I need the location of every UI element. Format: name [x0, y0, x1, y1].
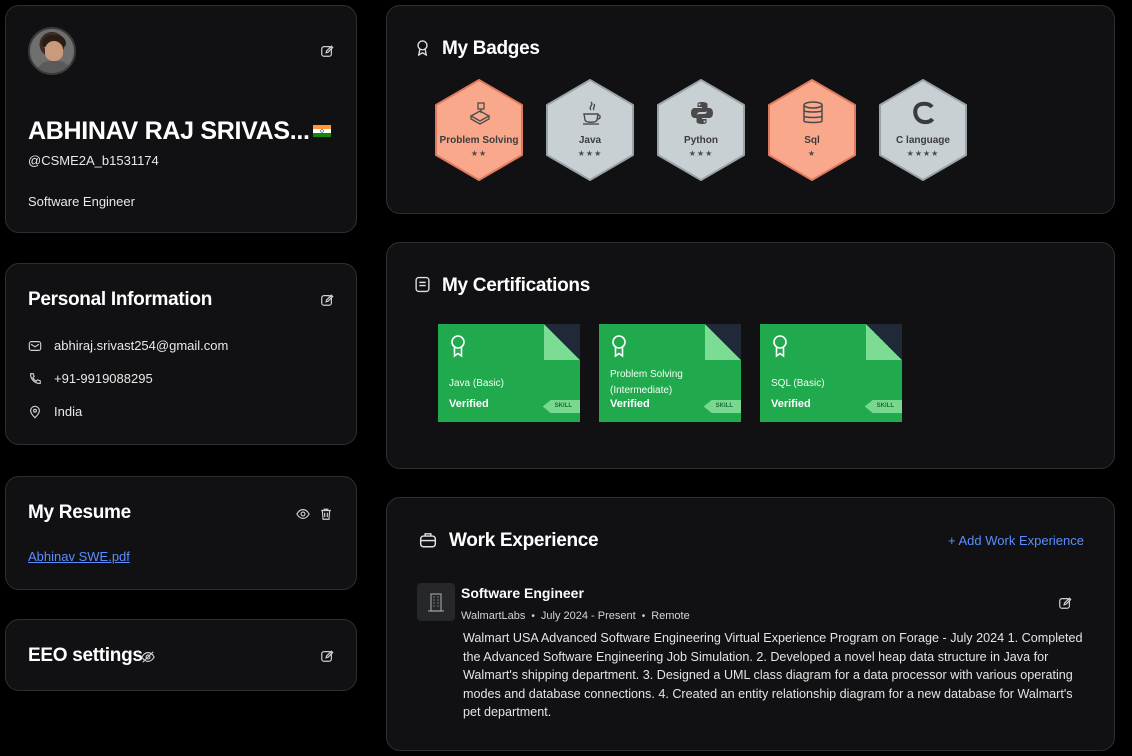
cert-skill-tag: SKILL	[703, 400, 741, 413]
job-period: July 2024 - Present	[540, 610, 636, 622]
job-title: Software Engineer	[461, 585, 584, 601]
work-experience-title: Work Experience	[449, 530, 599, 551]
mail-icon	[28, 340, 42, 351]
profile-handle: @CSME2A_b1531174	[28, 153, 159, 168]
cert-status: Verified	[610, 398, 650, 410]
resume-file-link[interactable]: Abhinav SWE.pdf	[28, 549, 130, 564]
avatar[interactable]	[28, 27, 76, 75]
email-value: abhiraj.srivast254@gmail.com	[54, 338, 229, 353]
email-row: abhiraj.srivast254@gmail.com	[28, 338, 228, 353]
c-language-icon	[913, 101, 935, 125]
badge-stars: ★★	[470, 149, 488, 158]
python-icon	[691, 102, 713, 124]
cert-name: Problem Solving (Intermediate)	[610, 369, 683, 396]
phone-value: +91-9919088295	[54, 371, 153, 386]
cert-status: Verified	[449, 398, 489, 410]
eye-off-icon	[139, 648, 157, 666]
badge-label: Sql	[804, 135, 820, 146]
personal-info-title: Personal Information	[28, 289, 213, 310]
edit-job-icon[interactable]	[1056, 594, 1074, 612]
personal-info-card: Personal Information abhiraj.srivast254@…	[5, 263, 357, 445]
badges-card: My Badges Problem Solving ★★ Java ★★★ Py…	[386, 5, 1115, 214]
location-row: India	[28, 404, 82, 419]
cert-skill-tag: SKILL	[864, 400, 902, 413]
briefcase-icon	[418, 530, 438, 550]
delete-resume-trash-icon[interactable]	[317, 505, 335, 523]
badge-stars: ★★★	[688, 149, 714, 158]
badge-label: Problem Solving	[439, 135, 519, 146]
badges-title: My Badges	[442, 38, 540, 59]
badge-c-language[interactable]: C language ★★★★	[876, 78, 970, 182]
badge-java[interactable]: Java ★★★	[543, 78, 637, 182]
ribbon-icon	[612, 335, 626, 358]
edit-profile-icon[interactable]	[318, 42, 336, 60]
resume-title: My Resume	[28, 502, 131, 523]
cert-skill-tag: SKILL	[542, 400, 580, 413]
job-description: Walmart USA Advanced Software Engineerin…	[463, 631, 1083, 719]
eeo-title: EEO settings	[28, 645, 143, 666]
badge-label: Java	[578, 135, 602, 146]
certifications-title: My Certifications	[442, 275, 590, 296]
ribbon-icon	[773, 335, 787, 358]
certifications-card: My Certifications Java (Basic) Verified …	[386, 242, 1115, 469]
job-meta: WalmartLabs • July 2024 - Present • Remo…	[461, 610, 690, 622]
company-building-icon	[417, 583, 455, 621]
profile-card: ABHINAV RAJ SRIVAS... @CSME2A_b1531174 S…	[5, 5, 357, 233]
location-value: India	[54, 404, 83, 419]
ribbon-icon	[451, 335, 465, 358]
badge-sql[interactable]: Sql ★	[765, 78, 859, 182]
badge-python[interactable]: Python ★★★	[654, 78, 748, 182]
location-pin-icon	[30, 405, 40, 418]
cert-name: Java (Basic)	[449, 378, 505, 389]
badge-stars: ★	[807, 149, 817, 158]
edit-eeo-icon[interactable]	[318, 647, 336, 665]
badge-stars: ★★★	[577, 149, 603, 158]
badge-award-icon	[412, 37, 432, 57]
resume-card: My Resume Abhinav SWE.pdf	[5, 476, 357, 590]
add-work-experience-link[interactable]: + Add Work Experience	[948, 533, 1084, 548]
cert-java-basic[interactable]: Java (Basic) Verified SKILL	[438, 324, 580, 422]
badge-label: Python	[684, 135, 718, 146]
java-icon	[583, 101, 601, 125]
badge-label: C language	[896, 135, 950, 146]
cert-problem-solving-intermediate[interactable]: Problem Solving (Intermediate) Verified …	[599, 324, 741, 422]
cert-status: Verified	[771, 398, 811, 410]
job-mode: Remote	[651, 610, 690, 622]
india-flag-icon	[313, 125, 331, 137]
cert-name: SQL (Basic)	[771, 378, 825, 389]
badge-stars: ★★★★	[906, 149, 940, 158]
phone-row: +91-9919088295	[28, 371, 153, 386]
problem-solving-icon	[469, 102, 491, 125]
certificate-document-icon	[412, 274, 432, 294]
work-experience-card: Work Experience + Add Work Experience So…	[386, 497, 1115, 751]
badge-problem-solving[interactable]: Problem Solving ★★	[432, 78, 526, 182]
job-company: WalmartLabs	[461, 610, 526, 622]
phone-icon	[30, 372, 41, 384]
cert-sql-basic[interactable]: SQL (Basic) Verified SKILL	[760, 324, 902, 422]
profile-role: Software Engineer	[28, 194, 135, 209]
edit-personal-info-icon[interactable]	[318, 291, 336, 309]
database-icon	[803, 101, 823, 124]
view-resume-eye-icon[interactable]	[294, 505, 312, 523]
profile-name: ABHINAV RAJ SRIVAS...	[28, 117, 310, 145]
eeo-settings-card: EEO settings	[5, 619, 357, 691]
